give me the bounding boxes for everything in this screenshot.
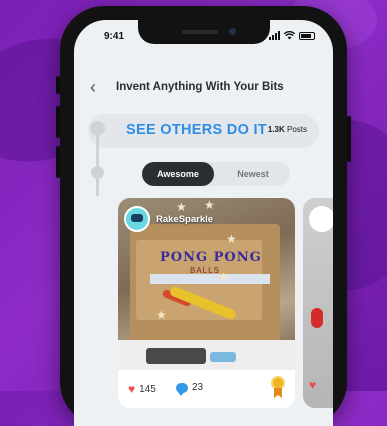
comment-button[interactable]: 23: [176, 382, 204, 396]
phone-frame: 9:41 ‹ Invent Anything With Your Bits SE…: [56, 6, 351, 426]
like-count: 145: [139, 383, 156, 395]
next-post-card[interactable]: ♥: [303, 198, 333, 408]
section-title: SEE OTHERS DO IT: [126, 122, 267, 138]
phone-power-button: [347, 116, 351, 162]
comment-icon: [176, 382, 188, 396]
status-time: 9:41: [104, 31, 125, 42]
circuit-module: [146, 348, 206, 364]
post-image[interactable]: PONG PONG BALLS ★ ★ ★ ★ ★ RakeSparkle: [118, 198, 295, 370]
sort-toggle: Awesome Newest: [142, 162, 290, 186]
led-strip: [150, 274, 270, 284]
post-count: 1.3K Posts: [268, 125, 307, 134]
like-button[interactable]: ♥ 145: [128, 382, 156, 396]
avatar: [309, 206, 333, 232]
timeline-line: [96, 126, 99, 196]
navigation-bar: ‹ Invent Anything With Your Bits: [74, 78, 333, 100]
page-title: Invent Anything With Your Bits: [116, 81, 284, 93]
timeline-node: [91, 166, 104, 179]
heart-icon: ♥: [309, 378, 317, 392]
phone-volume-up-button: [56, 106, 60, 138]
post-count-label: Posts: [286, 125, 307, 134]
post-author[interactable]: RakeSparkle: [124, 206, 213, 232]
wifi-icon: [284, 31, 295, 40]
medal-icon[interactable]: [269, 376, 287, 398]
phone-screen: 9:41 ‹ Invent Anything With Your Bits SE…: [74, 20, 333, 426]
post-footer: ♥ 145 23: [118, 370, 295, 408]
status-bar: 9:41: [94, 31, 315, 45]
post-card[interactable]: PONG PONG BALLS ★ ★ ★ ★ ★ RakeSparkle: [118, 198, 295, 408]
avatar[interactable]: [124, 206, 150, 232]
image-title-text: PONG PONG: [160, 250, 262, 265]
section-header: SEE OTHERS DO IT 1.3K Posts: [88, 114, 319, 148]
chevron-left-icon: ‹: [90, 77, 96, 97]
heart-icon: ♥: [128, 382, 136, 396]
comment-count: 23: [192, 382, 204, 393]
username[interactable]: RakeSparkle: [156, 214, 213, 225]
table-surface: [118, 340, 295, 370]
tab-awesome[interactable]: Awesome: [142, 162, 214, 186]
post-image-fragment: [311, 308, 323, 328]
signal-icon: [269, 31, 280, 40]
phone-side-button: [56, 76, 60, 94]
phone-volume-down-button: [56, 146, 60, 178]
tab-newest[interactable]: Newest: [218, 162, 288, 186]
status-icons: [269, 31, 315, 40]
circuit-module: [210, 352, 236, 362]
post-count-value: 1.3K: [267, 125, 285, 134]
battery-icon: [299, 31, 315, 40]
back-button[interactable]: ‹: [90, 78, 96, 96]
